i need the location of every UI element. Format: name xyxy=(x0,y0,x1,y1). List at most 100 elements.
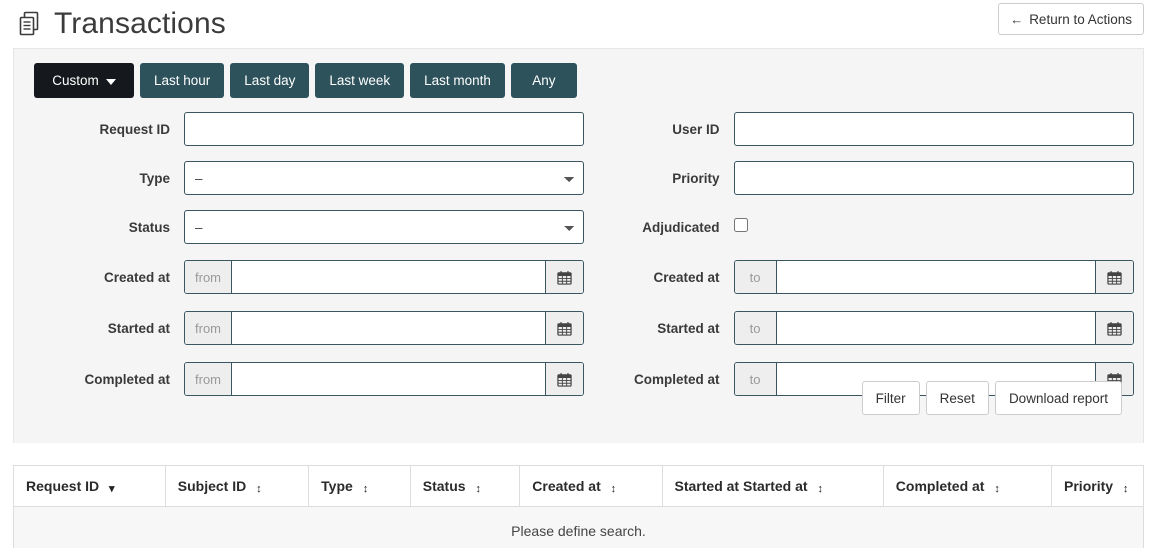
field-row-started-at-from: Started at from xyxy=(14,310,584,346)
created-at-to-calendar-button[interactable] xyxy=(1094,261,1133,293)
reset-button[interactable]: Reset xyxy=(925,381,989,415)
range-button-custom[interactable]: Custom xyxy=(34,63,134,98)
column-label-created-at: Created at xyxy=(532,478,601,494)
filter-panel: Custom Last hour Last day Last week Last… xyxy=(13,48,1144,443)
created-at-to-input[interactable] xyxy=(776,261,1095,293)
label-completed-at-from: Completed at xyxy=(84,371,170,387)
download-report-button[interactable]: Download report xyxy=(994,381,1122,415)
created-at-from-addon: from xyxy=(185,261,232,293)
label-priority: Priority xyxy=(672,170,720,186)
label-adjudicated: Adjudicated xyxy=(642,219,720,235)
time-range-button-group: Custom Last hour Last day Last week Last… xyxy=(14,63,1143,98)
chevron-down-icon xyxy=(105,78,116,85)
filter-column-right: User ID Priority Adjudicated Created at xyxy=(579,112,1144,412)
column-label-status: Status xyxy=(422,478,466,494)
started-at-to-input[interactable] xyxy=(776,312,1095,344)
calendar-icon xyxy=(557,372,572,387)
started-at-from-addon: from xyxy=(185,312,232,344)
started-at-from-input[interactable] xyxy=(232,312,545,344)
sort-icon: ↕ xyxy=(256,483,262,495)
return-to-actions-button[interactable]: ← Return to Actions xyxy=(998,3,1144,35)
table-header-row: Request ID ▾ Subject ID ↕ Type ↕ Status … xyxy=(14,466,1143,507)
started-at-from-group: from xyxy=(184,311,584,345)
results-table-wrapper: Request ID ▾ Subject ID ↕ Type ↕ Status … xyxy=(13,465,1144,548)
completed-at-to-addon: to xyxy=(734,363,777,395)
results-table: Request ID ▾ Subject ID ↕ Type ↕ Status … xyxy=(14,466,1143,548)
sort-icon: ↕ xyxy=(994,483,1000,495)
priority-input[interactable] xyxy=(733,161,1134,195)
column-label-request-id: Request ID xyxy=(26,478,100,494)
calendar-icon xyxy=(557,270,572,285)
created-at-from-group: from xyxy=(184,260,584,294)
completed-at-from-addon: from xyxy=(185,363,232,395)
column-label-started-at: Started at Started at xyxy=(674,478,808,494)
field-row-type: Type – xyxy=(14,161,584,195)
adjudicated-checkbox[interactable] xyxy=(733,217,748,232)
column-header-subject-id[interactable]: Subject ID ↕ xyxy=(165,466,310,507)
table-empty-row: Please define search. xyxy=(14,506,1143,548)
field-row-completed-at-from: Completed at from xyxy=(14,361,584,397)
sort-icon: ↕ xyxy=(475,483,481,495)
sort-icon: ↕ xyxy=(1122,483,1129,495)
started-at-to-calendar-button[interactable] xyxy=(1094,312,1133,344)
column-header-started-at[interactable]: Started at Started at ↕ xyxy=(662,466,884,507)
column-header-created-at[interactable]: Created at ↕ xyxy=(519,466,663,507)
range-button-last-day[interactable]: Last day xyxy=(230,63,310,98)
user-id-input[interactable] xyxy=(733,112,1134,146)
field-row-request-id: Request ID xyxy=(14,112,584,146)
arrow-left-icon: ← xyxy=(1010,11,1024,27)
return-to-actions-label: Return to Actions xyxy=(1029,11,1132,27)
column-label-subject-id: Subject ID xyxy=(177,478,247,494)
filter-column-left: Request ID Type – Status – Created at fr… xyxy=(14,112,584,412)
status-select[interactable]: – xyxy=(184,210,584,244)
column-header-request-id[interactable]: Request ID ▾ xyxy=(14,466,166,507)
calendar-icon xyxy=(557,321,572,336)
created-at-from-calendar-button[interactable] xyxy=(545,261,583,293)
started-at-to-addon: to xyxy=(734,312,777,344)
field-row-created-at-to: Created at to xyxy=(579,259,1144,295)
label-user-id: User ID xyxy=(672,121,720,137)
column-header-priority[interactable]: Priority ↕ xyxy=(1051,466,1143,507)
created-at-to-addon: to xyxy=(734,261,777,293)
range-button-last-hour[interactable]: Last hour xyxy=(140,63,225,98)
started-at-from-calendar-button[interactable] xyxy=(545,312,583,344)
label-request-id: Request ID xyxy=(99,121,170,137)
field-row-adjudicated: Adjudicated xyxy=(579,210,1144,244)
label-started-at-from: Started at xyxy=(107,320,170,336)
range-button-last-week[interactable]: Last week xyxy=(315,63,405,98)
label-created-at-to: Created at xyxy=(653,269,720,285)
sort-icon: ↕ xyxy=(362,483,369,495)
calendar-icon xyxy=(1106,270,1122,285)
sort-icon: ↕ xyxy=(817,483,823,495)
field-row-priority: Priority xyxy=(579,161,1144,195)
completed-at-from-group: from xyxy=(184,362,584,396)
completed-at-from-calendar-button[interactable] xyxy=(545,363,583,395)
range-button-last-month[interactable]: Last month xyxy=(410,63,505,98)
started-at-to-group: to xyxy=(733,311,1134,345)
type-select[interactable]: – xyxy=(184,161,584,195)
created-at-to-group: to xyxy=(733,260,1134,294)
page-header: Transactions ← Return to Actions xyxy=(0,0,1157,48)
label-status: Status xyxy=(128,219,170,235)
empty-state-message: Please define search. xyxy=(14,506,1143,548)
column-header-type[interactable]: Type ↕ xyxy=(308,466,411,507)
column-header-status[interactable]: Status ↕ xyxy=(410,466,521,507)
range-button-custom-label: Custom xyxy=(52,73,99,88)
created-at-from-input[interactable] xyxy=(232,261,545,293)
documents-icon xyxy=(19,11,39,36)
range-button-any[interactable]: Any xyxy=(510,63,577,98)
completed-at-from-input[interactable] xyxy=(232,363,545,395)
field-row-started-at-to: Started at to xyxy=(579,310,1144,346)
label-created-at-from: Created at xyxy=(103,269,170,285)
column-header-completed-at[interactable]: Completed at ↕ xyxy=(883,466,1053,507)
field-row-created-at-from: Created at from xyxy=(14,259,584,295)
filter-form: Request ID Type – Status – Created at fr… xyxy=(14,112,1143,412)
filter-actions: Filter Reset Download report xyxy=(861,381,1122,415)
page-title: Transactions xyxy=(54,7,226,40)
request-id-input[interactable] xyxy=(184,112,584,146)
sort-desc-icon: ▾ xyxy=(109,483,115,495)
field-row-user-id: User ID xyxy=(579,112,1144,146)
filter-button[interactable]: Filter xyxy=(861,381,920,415)
field-row-status: Status – xyxy=(14,210,584,244)
column-label-completed-at: Completed at xyxy=(895,478,985,494)
